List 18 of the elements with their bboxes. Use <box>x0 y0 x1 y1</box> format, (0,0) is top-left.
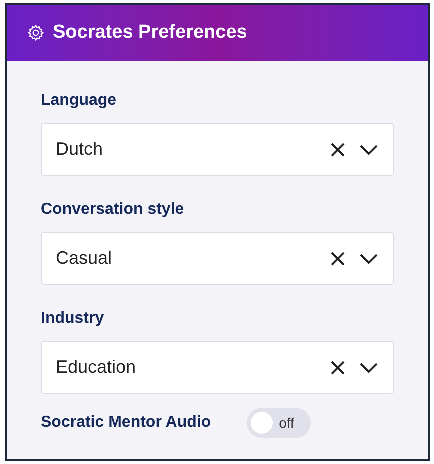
clear-icon[interactable] <box>329 358 347 376</box>
select-field[interactable]: Casual <box>41 232 394 285</box>
field-label: Language <box>41 91 118 111</box>
select-field[interactable]: Education <box>41 341 394 394</box>
select-field[interactable]: Dutch <box>41 123 394 176</box>
chevron-down-icon[interactable] <box>359 252 379 264</box>
settings-icon <box>27 24 45 42</box>
field-label: Conversation style <box>41 200 186 220</box>
audio-toggle[interactable]: off <box>247 408 312 438</box>
toggle-label: Socratic Mentor Audio <box>41 413 212 433</box>
chevron-down-icon[interactable] <box>359 362 379 374</box>
field-label: Industry <box>41 309 106 329</box>
clear-icon[interactable] <box>329 140 347 158</box>
toggle-knob <box>251 412 274 434</box>
window-title: Socrates Preferences <box>53 20 248 45</box>
clear-icon[interactable] <box>329 250 347 268</box>
toggle-state: off <box>279 414 294 432</box>
chevron-down-icon[interactable] <box>359 144 379 156</box>
